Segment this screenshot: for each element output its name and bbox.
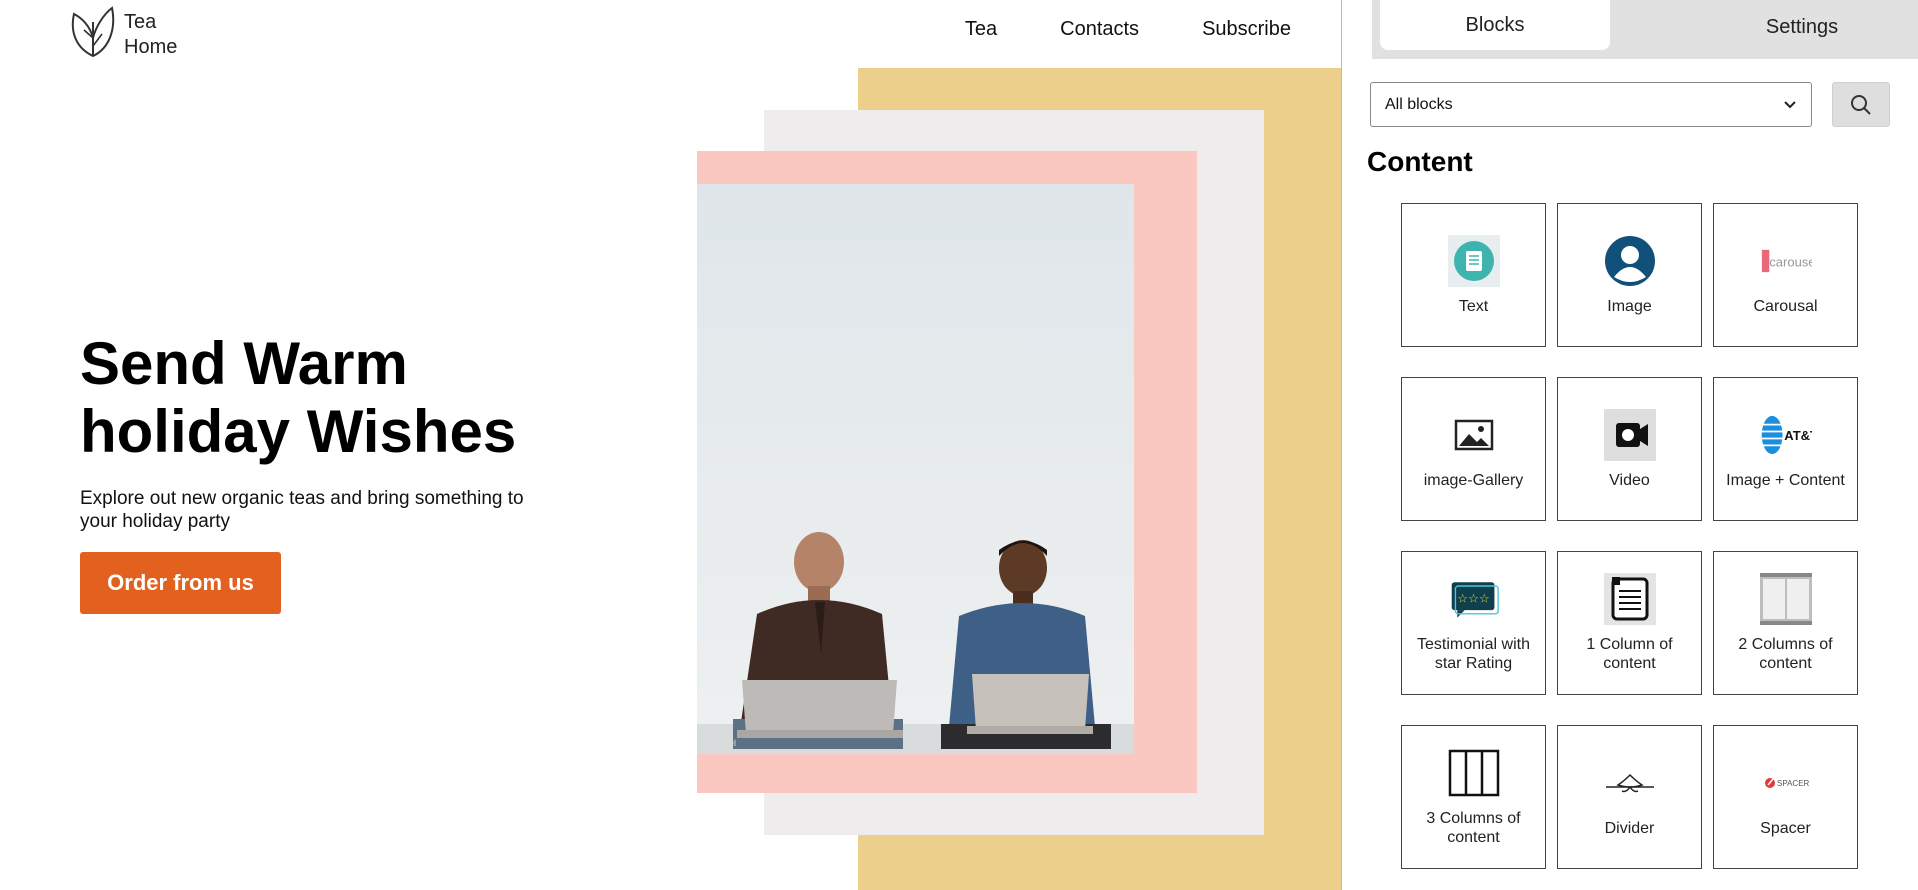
block-image-gallery[interactable]: image-Gallery (1401, 377, 1546, 521)
svg-text:☆☆☆: ☆☆☆ (1457, 592, 1490, 606)
hero-title: Send Warm holiday Wishes (80, 330, 516, 466)
panel-tabbar: Blocks Settings (1372, 0, 1918, 59)
spacer-icon: SPACER (1760, 757, 1812, 809)
block-spacer[interactable]: SPACER Spacer (1713, 725, 1858, 869)
nav-contacts[interactable]: Contacts (1060, 18, 1139, 41)
block-image-content[interactable]: AT&T Image + Content (1713, 377, 1858, 521)
site-logo[interactable]: Tea Home (68, 4, 177, 60)
block-label: Image (1607, 297, 1652, 315)
svg-text:AT&T: AT&T (1784, 428, 1812, 443)
block-label: 2 Columns of content (1738, 636, 1833, 672)
hero-title-line-2: holiday Wishes (80, 398, 517, 465)
search-icon (1851, 94, 1871, 115)
search-button[interactable] (1832, 82, 1890, 127)
logo-text: Tea Home (124, 10, 177, 60)
blocks-grid: Text Image carousel Carousal (1401, 203, 1858, 869)
block-label: image-Gallery (1423, 471, 1524, 489)
block-two-columns[interactable]: 2 Columns of content (1713, 551, 1858, 695)
page-preview-canvas: Tea Home Tea Contacts Subscribe rawpixel… (0, 0, 1341, 890)
block-carousel[interactable]: carousel Carousal (1713, 203, 1858, 347)
video-icon (1603, 408, 1656, 461)
photo-watermark: rawpixel (703, 738, 737, 748)
one-column-icon (1603, 573, 1656, 625)
tab-settings[interactable]: Settings (1702, 2, 1902, 52)
tab-blocks[interactable]: Blocks (1380, 0, 1610, 50)
carousel-icon: carousel (1760, 235, 1812, 287)
logo-line-2: Home (124, 36, 178, 58)
divider-icon (1604, 757, 1656, 809)
chevron-down-icon (1784, 100, 1796, 108)
block-one-column[interactable]: 1 Column of content (1557, 551, 1702, 695)
hero-photo[interactable]: rawpixel (697, 184, 1134, 754)
block-image[interactable]: Image (1557, 203, 1702, 347)
hero-title-line-1: Send Warm (80, 330, 408, 397)
two-columns-icon (1759, 573, 1812, 625)
gallery-icon (1448, 409, 1500, 461)
block-testimonial[interactable]: ☆☆☆ Testimonial with star Rating (1401, 551, 1546, 695)
three-columns-icon (1448, 747, 1500, 799)
block-video[interactable]: Video (1557, 377, 1702, 521)
image-content-icon: AT&T (1760, 409, 1812, 461)
hero-subtitle: Explore out new organic teas and bring s… (80, 488, 524, 532)
block-text[interactable]: Text (1401, 203, 1546, 347)
block-label: 1 Column of content (1586, 636, 1673, 672)
block-label: Testimonial with star Rating (1417, 636, 1530, 672)
block-label: Carousal (1753, 297, 1818, 315)
leaf-logo-icon (71, 6, 115, 58)
block-three-columns[interactable]: 3 Columns of content (1401, 725, 1546, 869)
text-icon (1447, 234, 1500, 287)
svg-text:carousel: carousel (1769, 254, 1812, 269)
block-label: Video (1609, 471, 1650, 489)
top-nav: Tea Contacts Subscribe (965, 18, 1291, 41)
block-label: Image + Content (1726, 471, 1845, 489)
blocks-panel: Blocks Settings All blocks Content Text … (1342, 0, 1918, 890)
nav-subscribe[interactable]: Subscribe (1202, 18, 1291, 41)
block-label: Text (1458, 297, 1489, 315)
people-with-laptops-illustration (697, 532, 1134, 754)
block-label: 3 Columns of content (1426, 810, 1521, 846)
block-filter-select[interactable]: All blocks (1370, 82, 1812, 127)
svg-text:SPACER: SPACER (1777, 779, 1810, 788)
logo-line-1: Tea (124, 11, 157, 33)
content-section-title: Content (1367, 146, 1473, 177)
testimonial-icon: ☆☆☆ (1448, 573, 1500, 625)
block-filter-value: All blocks (1385, 95, 1453, 113)
block-divider[interactable]: Divider (1557, 725, 1702, 869)
nav-tea[interactable]: Tea (965, 18, 997, 41)
block-label: Spacer (1760, 819, 1811, 837)
order-button[interactable]: Order from us (80, 552, 281, 614)
block-label: Divider (1604, 819, 1655, 837)
image-user-icon (1604, 235, 1656, 287)
